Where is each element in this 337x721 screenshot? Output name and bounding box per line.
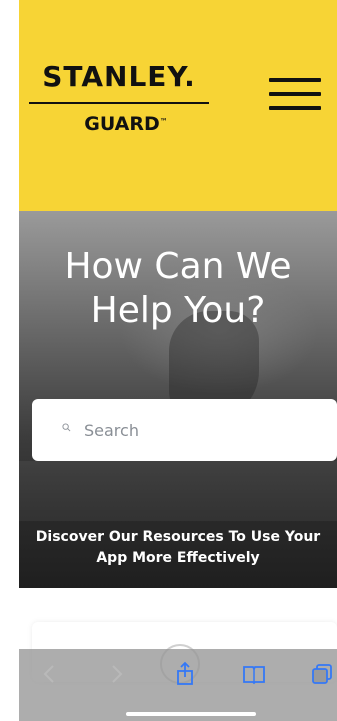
hamburger-menu-icon[interactable] <box>269 78 321 110</box>
menu-bar-bottom <box>269 106 321 110</box>
chevron-left-icon[interactable] <box>37 661 63 687</box>
hero-section: How Can We Help You? Discover Our Resour… <box>19 211 337 588</box>
menu-bar-top <box>269 78 321 82</box>
screen: STANLEY. GUARD™ How Can We Help You? Dis… <box>0 0 337 721</box>
browser-toolbar <box>19 649 337 721</box>
logo-sub-label: GUARD <box>84 113 160 135</box>
hero-subtitle: Discover Our Resources To Use Your App M… <box>35 529 321 566</box>
logo-divider <box>29 102 209 104</box>
left-margin <box>0 0 19 721</box>
site-header: STANLEY. GUARD™ <box>19 0 337 211</box>
search-box[interactable] <box>32 399 337 461</box>
hero-background-table <box>19 461 337 521</box>
menu-bar-middle <box>269 92 321 96</box>
tabs-icon[interactable] <box>309 661 335 687</box>
stanley-guard-logo[interactable]: STANLEY. GUARD™ <box>29 62 209 136</box>
search-input[interactable] <box>84 417 314 443</box>
share-icon[interactable] <box>172 661 198 687</box>
trademark-mark: ™ <box>159 117 168 126</box>
home-indicator <box>126 712 256 716</box>
book-icon[interactable] <box>241 661 267 687</box>
hero-title: How Can We Help You? <box>64 246 292 331</box>
search-icon <box>62 423 71 432</box>
chevron-right-icon[interactable] <box>103 661 129 687</box>
logo-sub-text: GUARD™ <box>29 112 209 136</box>
logo-brand-text: STANLEY. <box>42 60 196 93</box>
